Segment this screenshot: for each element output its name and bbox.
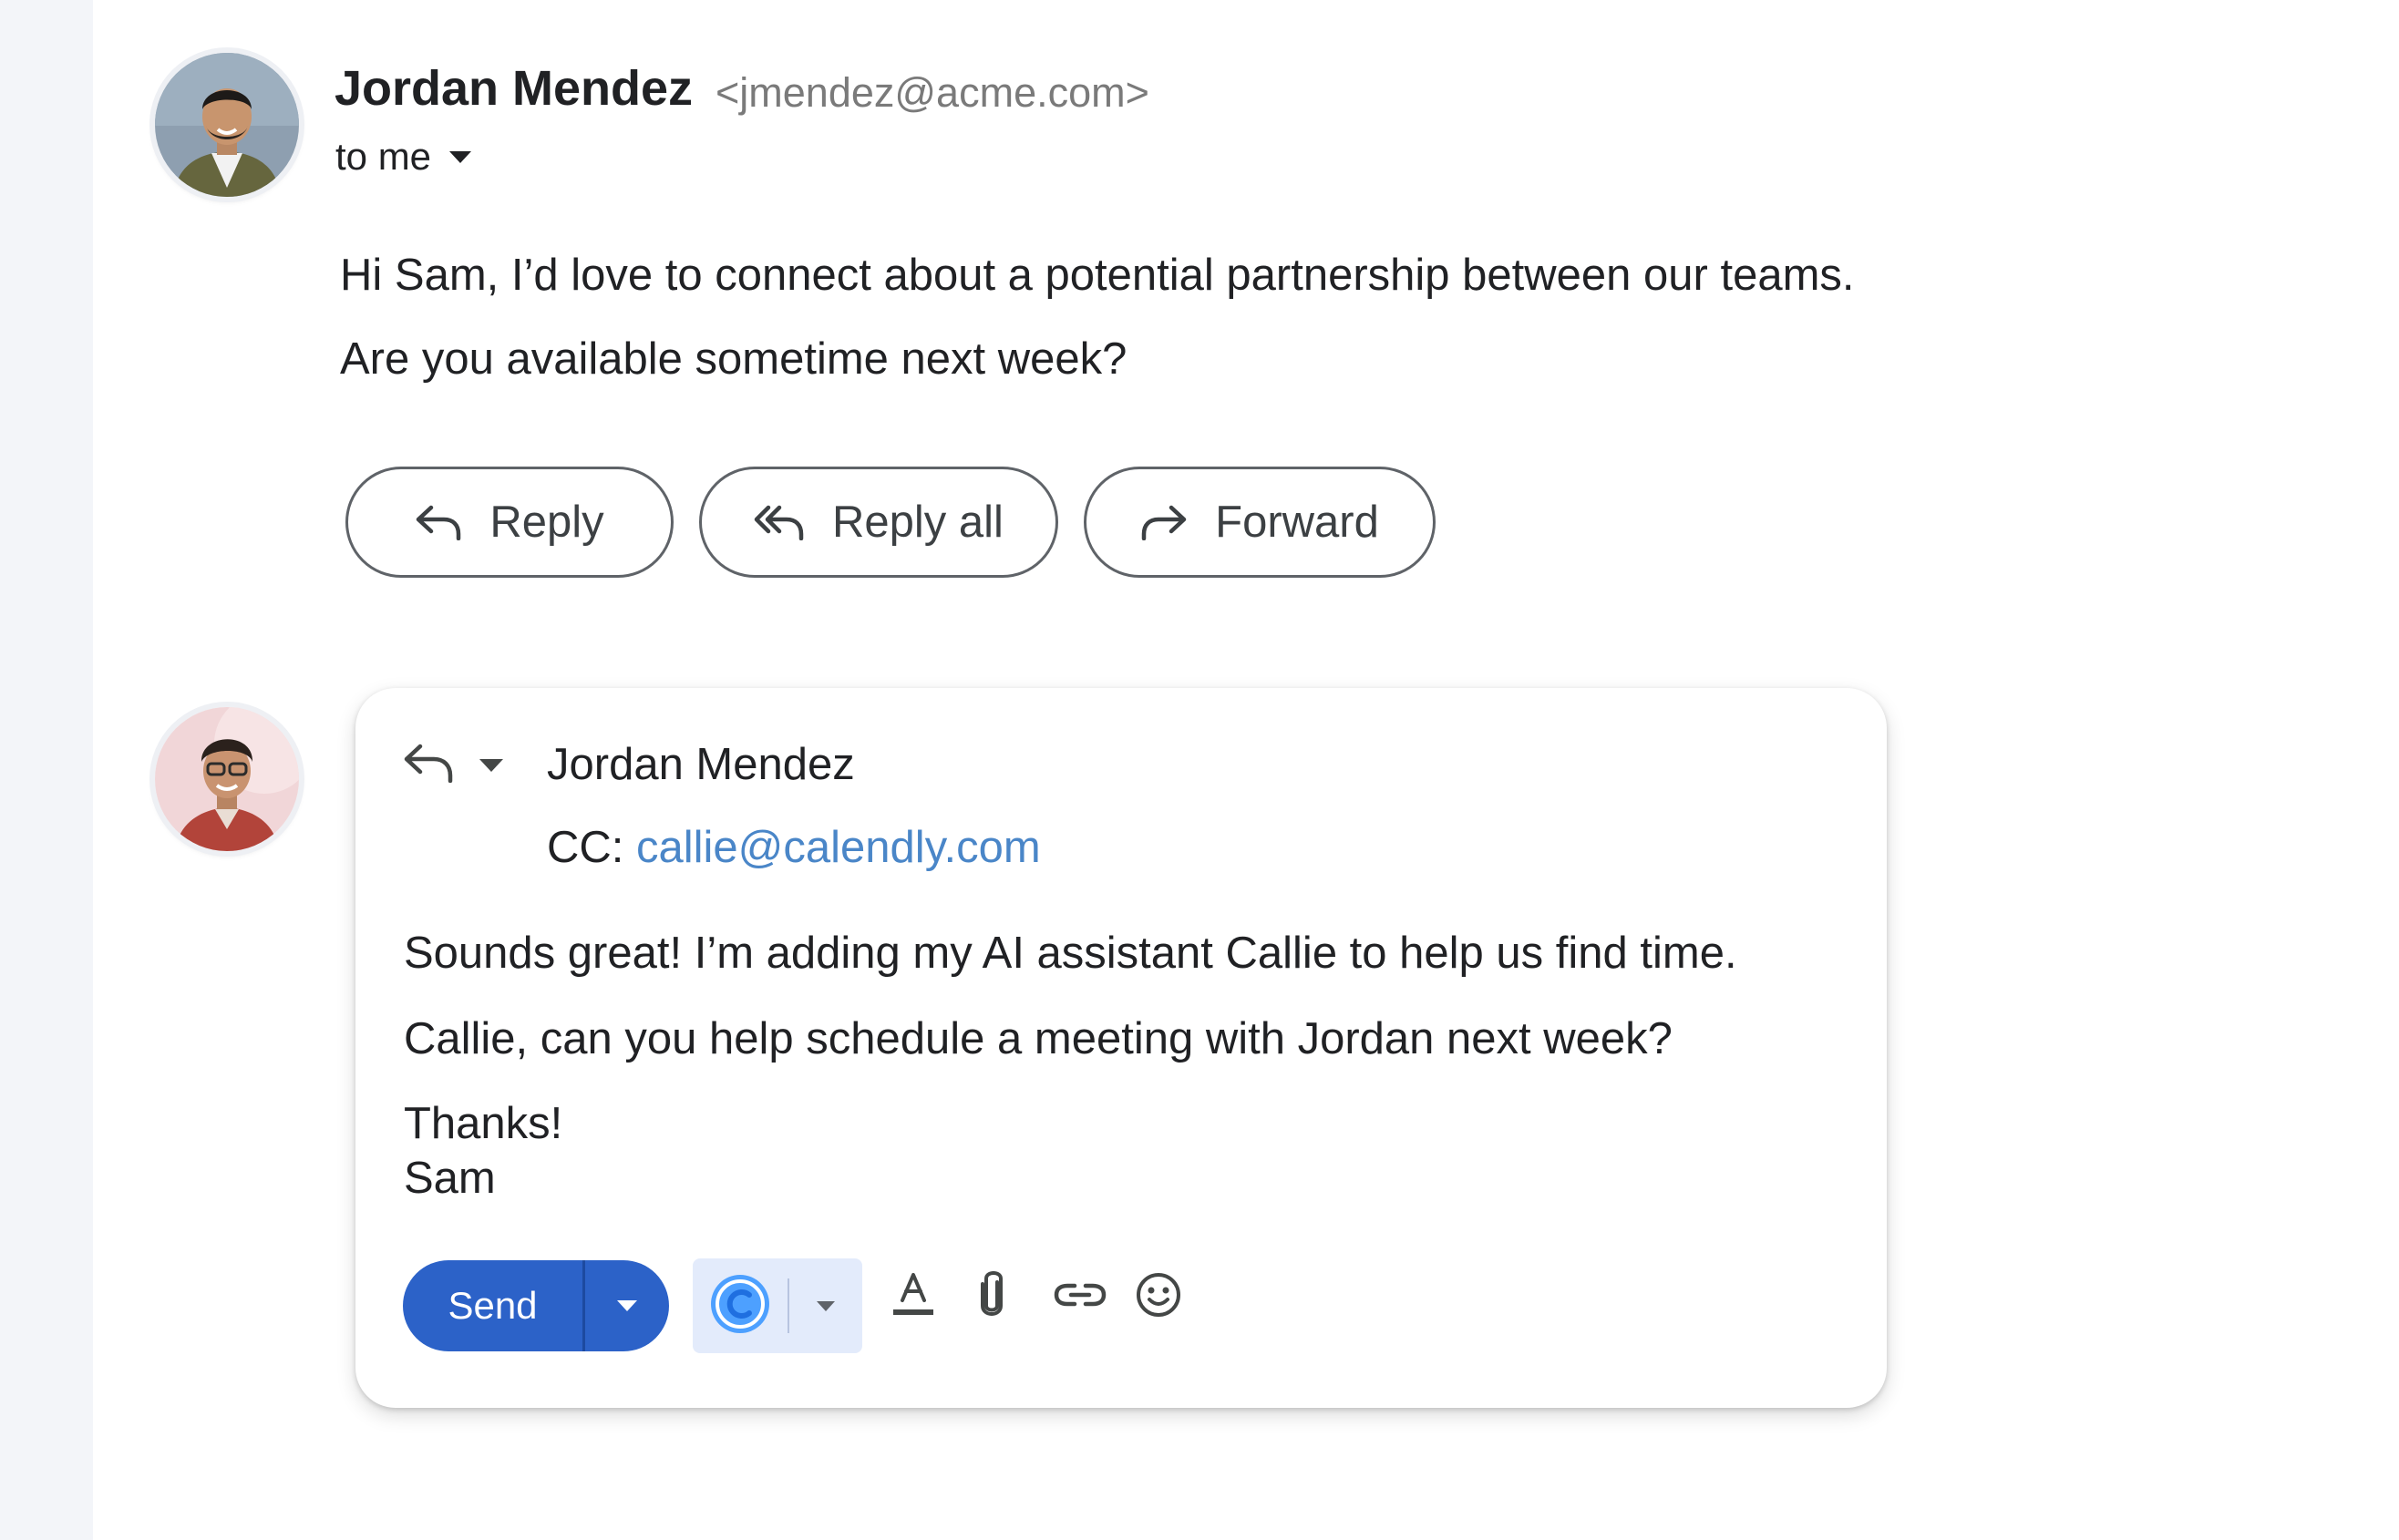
chevron-down-icon — [617, 1300, 637, 1311]
sender-name: Jordan Mendez — [335, 61, 694, 116]
reply-compose-card: Jordan Mendez CC: callie@calendly.com So… — [355, 688, 1887, 1408]
cc-row: CC: callie@calendly.com — [547, 822, 1041, 873]
recipient-label: to me — [335, 135, 432, 178]
cc-email-link[interactable]: callie@calendly.com — [636, 823, 1041, 872]
reply-icon[interactable] — [403, 743, 454, 787]
compose-body-line[interactable]: Thanks! — [404, 1098, 562, 1149]
attachment-icon[interactable] — [972, 1269, 1012, 1320]
reply-all-icon — [754, 504, 805, 540]
side-rail — [0, 0, 93, 1540]
reply-icon — [415, 504, 462, 540]
forward-button[interactable]: Forward — [1084, 467, 1436, 578]
calendly-button-group — [693, 1258, 862, 1353]
user-avatar[interactable] — [155, 707, 299, 851]
reply-button[interactable]: Reply — [345, 467, 674, 578]
recipient-dropdown[interactable]: to me — [335, 135, 472, 179]
emoji-icon[interactable] — [1133, 1269, 1184, 1320]
text-format-icon[interactable] — [890, 1269, 937, 1320]
sender-avatar[interactable] — [155, 53, 299, 197]
compose-body-line[interactable]: Sam — [404, 1153, 496, 1204]
forward-label: Forward — [1215, 498, 1379, 547]
send-options-button[interactable] — [585, 1260, 669, 1351]
message-body-line: Hi Sam, I’d love to connect about a pote… — [340, 251, 1855, 300]
forward-icon — [1140, 504, 1188, 540]
cc-label: CC: — [547, 823, 624, 872]
calendly-button[interactable] — [693, 1258, 788, 1353]
calendly-options-button[interactable] — [789, 1300, 862, 1311]
message-body-line: Are you available sometime next week? — [340, 334, 1127, 384]
to-recipient[interactable]: Jordan Mendez — [547, 739, 855, 790]
compose-body-line[interactable]: Callie, can you help schedule a meeting … — [404, 1013, 1673, 1064]
compose-body-line[interactable]: Sounds great! I’m adding my AI assistant… — [404, 928, 1737, 979]
chevron-down-icon[interactable] — [479, 759, 503, 772]
reply-all-button[interactable]: Reply all — [699, 467, 1058, 578]
reply-label: Reply — [489, 498, 604, 547]
chevron-down-icon — [817, 1300, 835, 1311]
chevron-down-icon — [449, 150, 472, 163]
link-icon[interactable] — [1053, 1269, 1107, 1320]
send-button[interactable]: Send — [403, 1260, 585, 1351]
send-button-group: Send — [403, 1260, 669, 1351]
reply-all-label: Reply all — [832, 498, 1004, 547]
sender-email: <jmendez@acme.com> — [716, 69, 1149, 116]
calendly-icon — [708, 1272, 772, 1340]
